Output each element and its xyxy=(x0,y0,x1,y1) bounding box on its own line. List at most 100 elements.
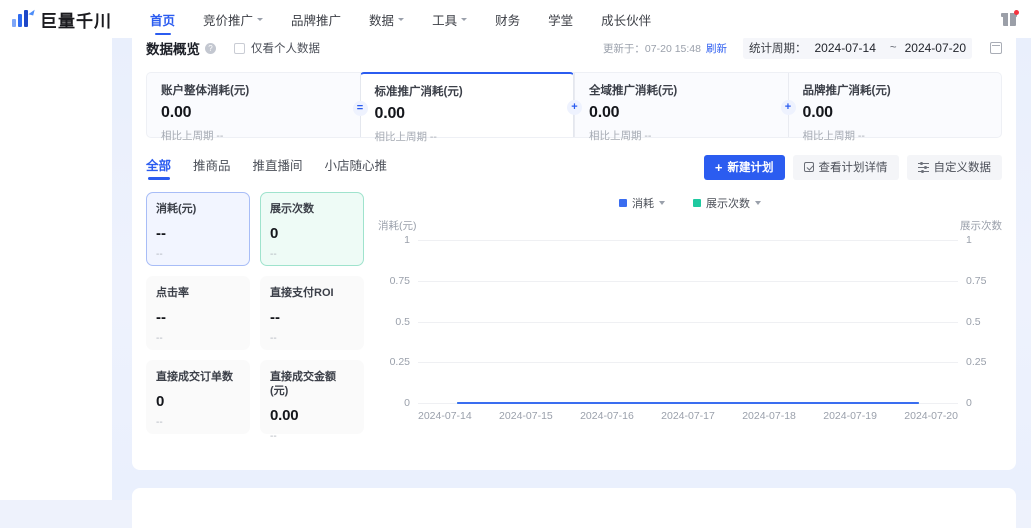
chevron-down-icon xyxy=(257,17,264,21)
metric-tile-impressions[interactable]: 展示次数 0 -- xyxy=(260,192,364,266)
x-axis-tick-label: 2024-07-16 xyxy=(580,410,634,422)
legend-label: 展示次数 xyxy=(706,198,750,210)
card-comparison: 相比上周期 -- xyxy=(374,131,437,143)
chevron-down-icon[interactable] xyxy=(755,201,761,205)
y-axis-right-tick: 0.75 xyxy=(966,274,987,287)
metric-tile-direct-payment-roi[interactable]: 直接支付ROI -- -- xyxy=(260,276,364,350)
checkbox-box[interactable] xyxy=(234,42,245,54)
checkbox-square-icon xyxy=(803,162,814,172)
chart-gridline xyxy=(418,362,958,364)
tab-label: 全部 xyxy=(146,158,172,173)
create-plan-button[interactable]: + 新建计划 xyxy=(703,154,785,180)
sidebar-strip xyxy=(0,38,112,500)
tile-title: 直接成交金额(元) xyxy=(270,371,336,397)
date-range-picker[interactable]: 统计周期： 2024-07-14 ~ 2024-07-20 xyxy=(743,37,972,59)
y-axis-left-tick: 0 xyxy=(404,397,410,409)
nav-item-tools[interactable]: 工具 xyxy=(418,0,481,38)
summary-card-account-total[interactable]: 账户整体消耗(元) 0.00 相比上周期 -- xyxy=(147,73,360,142)
action-buttons: + 新建计划 查看计划详情 自定义数据 xyxy=(703,154,1002,180)
refresh-link[interactable]: 刷新 xyxy=(706,41,727,56)
chart-gridline xyxy=(418,240,958,241)
tile-comparison: -- xyxy=(156,249,163,260)
checkbox-label: 仅看个人数据 xyxy=(251,43,320,55)
legend-item-impressions[interactable]: 展示次数 xyxy=(693,195,761,211)
legend-color-swatch xyxy=(619,199,627,207)
y-axis-right-tick: 1 xyxy=(966,234,972,246)
tile-value: -- xyxy=(270,309,280,326)
calendar-icon[interactable] xyxy=(990,42,1002,54)
x-axis-tick-label: 2024-07-15 xyxy=(499,410,553,422)
card-value: 0.00 xyxy=(161,104,192,121)
tab-shop-suixintui[interactable]: 小店随心推 xyxy=(325,155,388,180)
tile-value: -- xyxy=(156,309,166,326)
period-start-date[interactable]: 2024-07-14 xyxy=(815,41,876,55)
y-axis-right-tick: 0.25 xyxy=(966,356,987,369)
tile-value: 0 xyxy=(270,225,279,242)
brand-logo-area[interactable]: 巨量千川 xyxy=(12,7,112,32)
y-axis-left-label: 消耗(元) xyxy=(378,220,417,232)
chart-series-line xyxy=(456,402,920,404)
nav-right-actions xyxy=(1001,10,1019,27)
tile-title: 展示次数 xyxy=(270,203,314,215)
tile-comparison: -- xyxy=(270,333,277,344)
summary-card-standard-promotion[interactable]: = 标准推广消耗(元) 0.00 相比上周期 -- xyxy=(352,72,574,143)
nav-item-data[interactable]: 数据 xyxy=(355,0,418,38)
metric-tile-direct-gmv[interactable]: 直接成交金额(元) 0.00 -- xyxy=(260,360,364,442)
notification-dot xyxy=(1014,10,1019,15)
tile-value: 0.00 xyxy=(270,407,299,424)
chart-plot-area: 1 1 0.75 0.75 0.5 0.5 0.25 0.25 0 0 xyxy=(390,234,987,409)
personal-data-checkbox[interactable]: 仅看个人数据 xyxy=(234,40,320,56)
card-value: 0.00 xyxy=(589,104,620,121)
view-detail-label: 查看计划详情 xyxy=(818,162,888,174)
period-end-date[interactable]: 2024-07-20 xyxy=(905,41,966,55)
card-title: 品牌推广消耗(元) xyxy=(802,85,891,97)
tile-comparison: -- xyxy=(156,417,163,428)
summary-card-global-promotion[interactable]: + 全域推广消耗(元) 0.00 相比上周期 -- xyxy=(567,73,788,142)
card-title: 账户整体消耗(元) xyxy=(161,85,250,97)
x-axis-tick-label: 2024-07-17 xyxy=(661,410,715,422)
chevron-down-icon[interactable] xyxy=(659,201,665,205)
custom-data-label: 自定义数据 xyxy=(933,162,992,174)
nav-item-label: 学堂 xyxy=(548,13,574,28)
card-title: 全域推广消耗(元) xyxy=(589,85,678,97)
nav-item-label: 竞价推广 xyxy=(203,13,254,28)
nav-item-brand-promotion[interactable]: 品牌推广 xyxy=(277,0,355,38)
period-separator: ~ xyxy=(889,42,897,54)
line-chart: 消耗(元) 展示次数 1 1 0.75 0.75 0.5 0.5 0.25 0.25 0 0 20… xyxy=(378,218,1002,430)
tab-promote-livestream[interactable]: 推直播间 xyxy=(253,155,303,180)
summary-cards-row: 账户整体消耗(元) 0.00 相比上周期 -- = 标准推广消耗(元) 0.00… xyxy=(146,72,1002,143)
x-axis-labels: 2024-07-14 2024-07-15 2024-07-16 2024-07-17… xyxy=(418,410,958,422)
metric-tile-direct-order-count[interactable]: 直接成交订单数 0 -- xyxy=(146,360,250,434)
chart-gridline xyxy=(418,280,958,282)
operator-plus-icon: + xyxy=(567,100,582,115)
nav-item-bidding-promotion[interactable]: 竞价推广 xyxy=(189,0,277,38)
y-axis-left-tick: 1 xyxy=(404,234,410,246)
custom-data-button[interactable]: 自定义数据 xyxy=(906,154,1002,180)
view-plan-detail-button[interactable]: 查看计划详情 xyxy=(792,154,899,180)
chevron-down-icon xyxy=(398,17,405,21)
info-icon[interactable]: ? xyxy=(205,42,216,54)
sliders-icon xyxy=(917,162,929,173)
period-label: 统计周期： xyxy=(749,43,807,55)
card-title: 标准推广消耗(元) xyxy=(374,86,463,98)
tile-value: 0 xyxy=(156,393,165,410)
nav-item-label: 财务 xyxy=(495,13,521,28)
legend-item-cost[interactable]: 消耗 xyxy=(619,195,665,211)
x-axis-tick-label: 2024-07-19 xyxy=(823,410,877,422)
summary-card-brand-promotion[interactable]: + 品牌推广消耗(元) 0.00 相比上周期 -- xyxy=(780,73,1002,142)
chart-gridline xyxy=(418,321,958,323)
nav-item-label: 首页 xyxy=(150,13,176,28)
metric-tile-click-rate[interactable]: 点击率 -- -- xyxy=(146,276,250,350)
updated-time-text: 更新于：07-20 15:48 xyxy=(602,42,701,55)
nav-item-academy[interactable]: 学堂 xyxy=(534,0,587,38)
legend-label: 消耗 xyxy=(632,198,654,210)
nav-item-finance[interactable]: 财务 xyxy=(481,0,534,38)
nav-item-home[interactable]: 首页 xyxy=(136,0,189,38)
gift-icon[interactable] xyxy=(1001,10,1019,27)
chart-legend: 消耗 展示次数 xyxy=(378,194,1002,212)
metric-tile-cost[interactable]: 消耗(元) -- -- xyxy=(146,192,250,266)
tab-promote-product[interactable]: 推商品 xyxy=(193,155,231,180)
plus-icon: + xyxy=(714,159,723,175)
nav-item-growth-partner[interactable]: 成长伙伴 xyxy=(587,0,665,38)
tab-all[interactable]: 全部 xyxy=(146,155,171,180)
